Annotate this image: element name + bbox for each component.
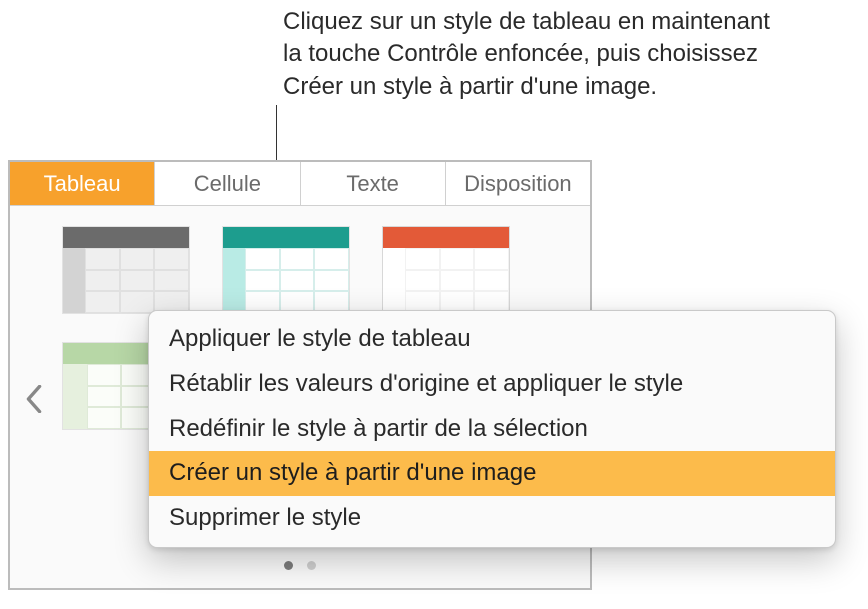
menu-item-create-from-image[interactable]: Créer un style à partir d'une image [149, 451, 835, 496]
context-menu: Appliquer le style de tableau Rétablir l… [148, 310, 836, 548]
thumb-cell [154, 248, 189, 270]
thumb-cell [405, 248, 440, 270]
thumb-cell [87, 364, 121, 386]
thumb-sidebar [63, 364, 87, 429]
thumb-body [245, 248, 349, 313]
thumb-cell [120, 248, 155, 270]
thumb-cell [87, 386, 121, 408]
menu-item-delete-style[interactable]: Supprimer le style [149, 496, 835, 541]
table-style-thumb-teal[interactable] [222, 226, 350, 314]
thumb-body [85, 248, 189, 313]
thumb-body [405, 248, 509, 313]
thumb-cell [120, 270, 155, 292]
thumb-sidebar [63, 248, 85, 313]
thumb-cell [440, 270, 475, 292]
thumb-cell [314, 248, 349, 270]
inspector-tabs: Tableau Cellule Texte Disposition [10, 162, 590, 206]
callout-text: Cliquez sur un style de tableau en maint… [283, 6, 773, 103]
thumb-cell [245, 270, 280, 292]
menu-item-redefine-from-selection[interactable]: Redéfinir le style à partir de la sélect… [149, 407, 835, 452]
thumb-cell [474, 248, 509, 270]
thumb-sidebar [223, 248, 245, 313]
thumb-cell [474, 270, 509, 292]
thumb-cell [120, 291, 155, 313]
thumb-sidebar [383, 248, 405, 313]
style-row [62, 226, 552, 314]
thumb-cell [405, 270, 440, 292]
tab-cellule[interactable]: Cellule [155, 162, 300, 205]
thumb-cell [85, 291, 120, 313]
thumb-cell [85, 270, 120, 292]
menu-item-apply-style[interactable]: Appliquer le style de tableau [149, 317, 835, 362]
thumb-cell [314, 270, 349, 292]
thumb-header [383, 227, 509, 248]
thumb-cell [280, 248, 315, 270]
styles-pagination [10, 561, 590, 570]
thumb-header [223, 227, 349, 248]
tab-disposition[interactable]: Disposition [446, 162, 590, 205]
thumb-cell [280, 270, 315, 292]
thumb-cell [440, 248, 475, 270]
page-dot-2[interactable] [307, 561, 316, 570]
thumb-cell [87, 407, 121, 429]
thumb-header [63, 227, 189, 248]
thumb-cell [154, 270, 189, 292]
thumb-cell [85, 248, 120, 270]
table-style-thumb-grey[interactable] [62, 226, 190, 314]
menu-item-reset-and-apply[interactable]: Rétablir les valeurs d'origine et appliq… [149, 362, 835, 407]
thumb-cell [245, 248, 280, 270]
tab-texte[interactable]: Texte [301, 162, 446, 205]
page-dot-1[interactable] [284, 561, 293, 570]
tab-tableau[interactable]: Tableau [10, 162, 155, 205]
table-style-thumb-red[interactable] [382, 226, 510, 314]
